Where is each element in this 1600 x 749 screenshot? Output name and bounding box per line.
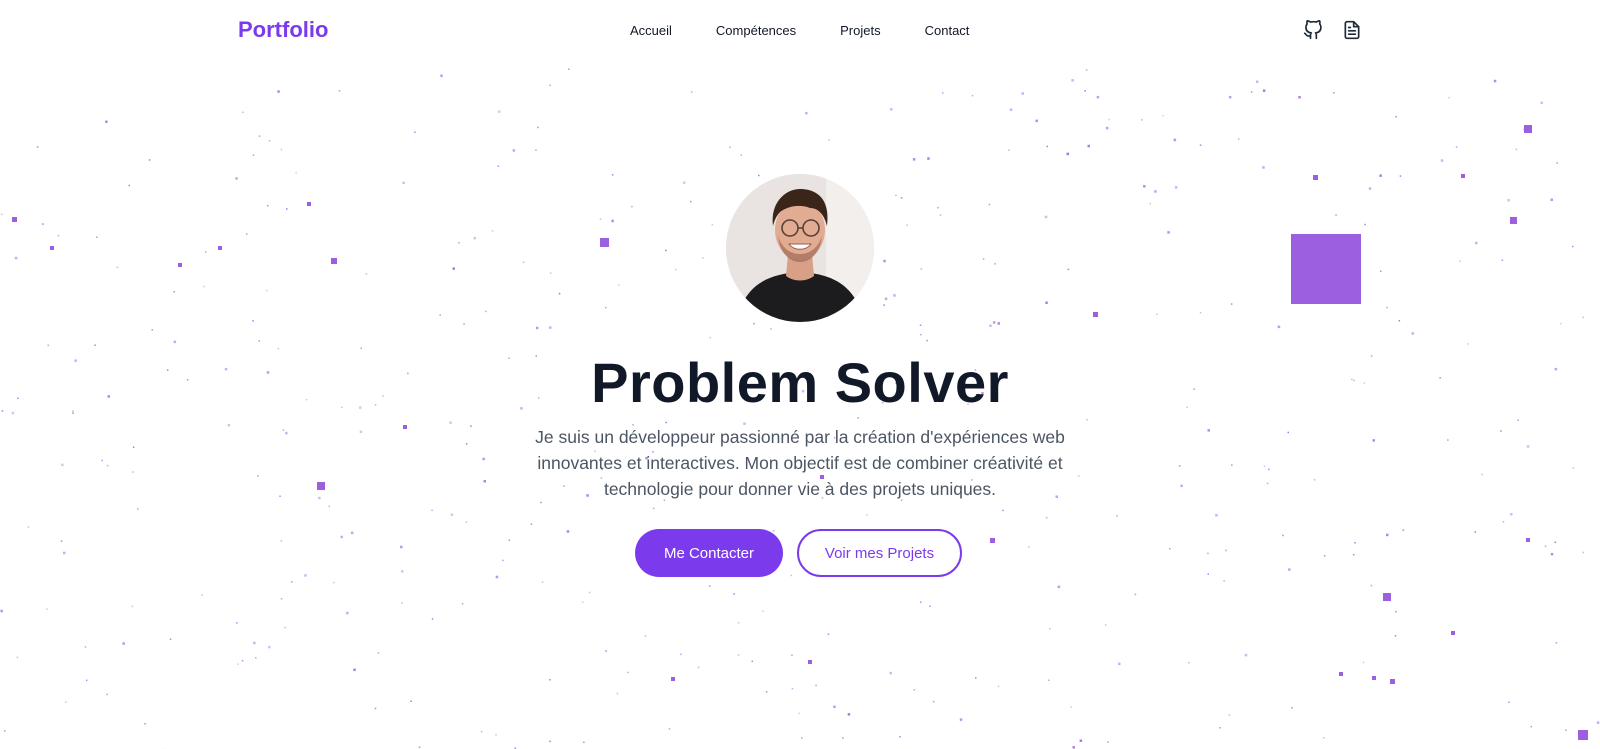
view-projects-button[interactable]: Voir mes Projets	[797, 529, 962, 577]
document-icon[interactable]	[1341, 19, 1363, 41]
github-icon[interactable]	[1302, 19, 1324, 41]
nav-link-projets[interactable]: Projets	[840, 23, 880, 38]
nav-link-contact[interactable]: Contact	[925, 23, 970, 38]
contact-button[interactable]: Me Contacter	[635, 529, 783, 577]
nav-link-accueil[interactable]: Accueil	[630, 23, 672, 38]
hero-description: Je suis un développeur passionné par la …	[535, 427, 1065, 499]
page: Portfolio Accueil Compétences Projets Co…	[0, 0, 1600, 749]
hero-section: Problem Solver Je suis un développeur pa…	[0, 0, 1600, 749]
nav-icons	[1302, 19, 1363, 41]
logo[interactable]: Portfolio	[238, 17, 328, 43]
hero-title: Problem Solver	[591, 351, 1009, 414]
avatar	[726, 174, 874, 322]
nav-links: Accueil Compétences Projets Contact	[630, 23, 969, 38]
navbar: Portfolio Accueil Compétences Projets Co…	[0, 0, 1600, 62]
nav-link-competences[interactable]: Compétences	[716, 23, 796, 38]
